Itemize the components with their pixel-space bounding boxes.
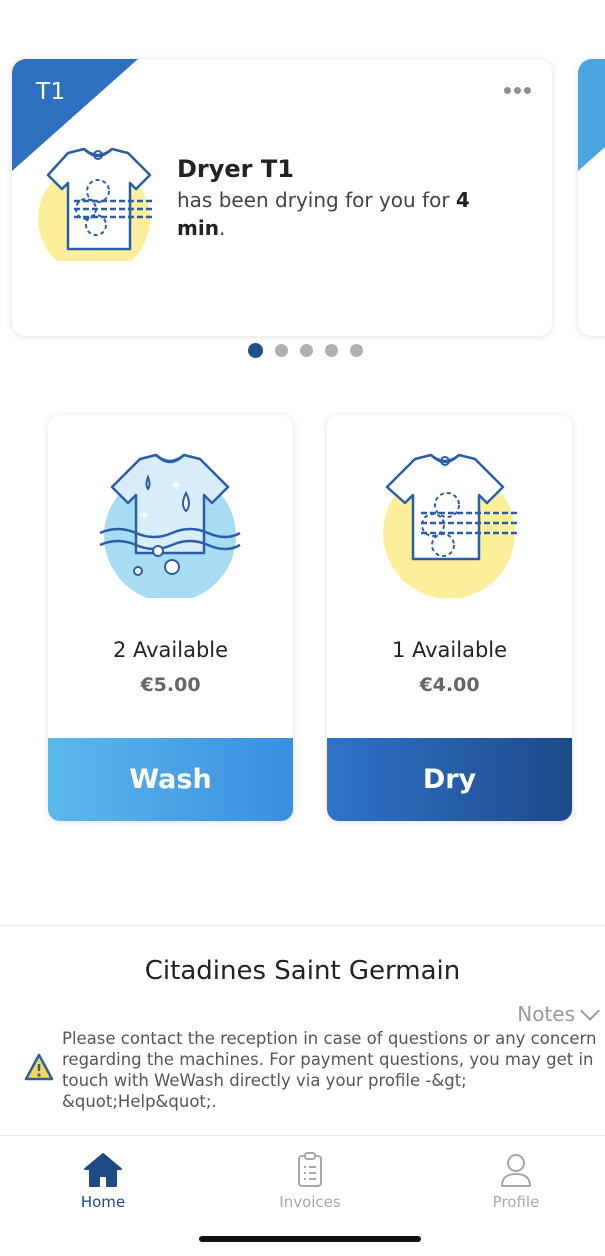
chevron-down-icon — [580, 1000, 600, 1021]
page-dot-active[interactable] — [248, 343, 263, 358]
status-carousel[interactable]: T1 Dryer T1 has been drying for you for … — [0, 0, 605, 380]
page-dot[interactable] — [275, 344, 288, 357]
notes-text: Please contact the reception in case of … — [62, 1029, 597, 1111]
washer-shirt-icon — [99, 453, 241, 598]
machine-tag-corner — [578, 59, 605, 171]
more-options-icon[interactable] — [504, 83, 532, 97]
nav-profile-label: Profile — [492, 1193, 540, 1211]
nav-home-label: Home — [80, 1193, 126, 1211]
wash-button[interactable]: Wash — [48, 738, 293, 821]
next-machine-card[interactable] — [578, 59, 605, 336]
notes-toggle[interactable]: Notes — [517, 1000, 600, 1026]
carousel-pagination — [0, 343, 605, 358]
washer-card: 2 Available €5.00 Wash — [48, 415, 293, 821]
dry-button[interactable]: Dry — [327, 738, 572, 821]
nav-home[interactable]: Home — [33, 1151, 173, 1211]
clipboard-icon — [298, 1152, 322, 1187]
dryer-price: €4.00 — [419, 674, 480, 696]
dryer-shirt-icon — [383, 453, 519, 598]
home-indicator — [199, 1236, 421, 1242]
dryer-card: 1 Available €4.00 Dry — [327, 415, 572, 821]
page-dot[interactable] — [350, 344, 363, 357]
washer-availability: 2 Available — [112, 638, 229, 662]
dryer-availability: 1 Available — [391, 638, 508, 662]
page-dot[interactable] — [300, 344, 313, 357]
page-dot[interactable] — [325, 344, 338, 357]
dryer-shirt-icon — [38, 147, 152, 261]
machine-status-message: has been drying for you for 4 min. — [177, 188, 470, 240]
nav-invoices[interactable]: Invoices — [240, 1151, 380, 1211]
warning-icon — [24, 1053, 54, 1081]
machine-tag-label: T1 — [36, 79, 66, 105]
user-icon — [501, 1154, 531, 1187]
nav-profile[interactable]: Profile — [446, 1151, 586, 1211]
notes-label: Notes — [517, 1002, 575, 1026]
location-section: Citadines Saint Germain Notes Please con… — [0, 925, 605, 1136]
location-name: Citadines Saint Germain — [144, 956, 461, 986]
machine-name: Dryer T1 — [177, 155, 294, 183]
active-machine-card[interactable]: T1 Dryer T1 has been drying for you for … — [12, 59, 552, 336]
washer-price: €5.00 — [140, 674, 201, 696]
home-icon — [84, 1153, 122, 1187]
nav-invoices-label: Invoices — [279, 1193, 341, 1211]
